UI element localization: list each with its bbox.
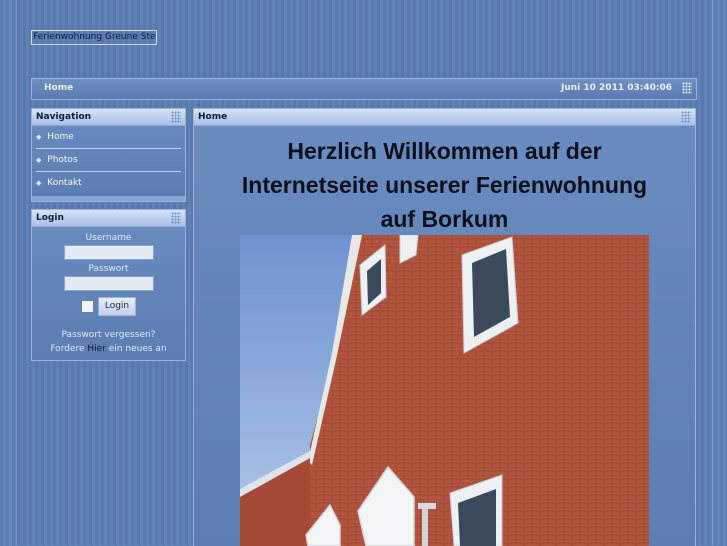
request-prefix: Fordere	[50, 344, 85, 354]
login-panel: Login Username Passwort Login Passwort v…	[31, 209, 186, 361]
content-panel: Home Herzlich Willkommen auf der Interne…	[193, 108, 696, 546]
navigation-title: Navigation	[36, 112, 92, 122]
request-suffix: ein neues an	[108, 344, 167, 354]
site-logo[interactable]: Ferienwohnung Greune Stee	[31, 30, 157, 45]
remember-me-checkbox[interactable]	[80, 300, 94, 313]
nav-item-photos[interactable]: ◆ Photos	[36, 149, 181, 172]
content-title: Home	[198, 112, 228, 122]
grip-icon	[171, 212, 181, 224]
top-bar: Home Juni 10 2011 03:40:06	[31, 78, 697, 100]
grip-icon	[682, 82, 692, 94]
panel-footer	[32, 196, 185, 201]
house-illustration	[240, 235, 649, 546]
breadcrumb-home[interactable]: Home	[44, 83, 73, 93]
headline-line: Herzlich Willkommen auf der	[287, 138, 602, 164]
nav-item-home[interactable]: ◆ Home	[36, 126, 181, 149]
login-title: Login	[36, 213, 64, 223]
forgot-password-link[interactable]: Passwort vergessen?	[32, 330, 185, 340]
password-input[interactable]	[63, 276, 154, 291]
request-here-link[interactable]: Hier	[87, 344, 106, 354]
navigation-list: ◆ Home ◆ Photos ◆ Kontakt	[32, 126, 185, 194]
request-new-password: Fordere Hier ein neues an	[32, 344, 185, 354]
headline-line: auf Borkum	[380, 206, 509, 232]
headline-line: Internetseite unserer Ferienwohnung	[241, 172, 648, 198]
login-actions: Login	[32, 297, 185, 316]
nav-item-label: Photos	[47, 155, 78, 165]
welcome-headline: Herzlich Willkommen auf der Internetseit…	[194, 134, 695, 236]
date-time: Juni 10 2011 03:40:06	[561, 83, 672, 93]
nav-item-label: Home	[47, 132, 74, 142]
login-panel-header: Login	[32, 210, 185, 227]
content-panel-header: Home	[194, 109, 695, 126]
login-button[interactable]: Login	[97, 297, 137, 316]
grip-icon	[681, 111, 691, 123]
nav-item-label: Kontakt	[47, 178, 82, 188]
bullet-icon: ◆	[36, 156, 42, 164]
password-label: Passwort	[88, 264, 129, 274]
nav-item-kontakt[interactable]: ◆ Kontakt	[36, 172, 181, 194]
username-input[interactable]	[63, 245, 154, 260]
navigation-panel: Navigation ◆ Home ◆ Photos ◆ Kontakt	[31, 108, 186, 202]
grip-icon	[171, 111, 181, 123]
site-logo-text: Ferienwohnung Greune Stee	[33, 32, 157, 42]
bullet-icon: ◆	[36, 133, 42, 141]
house-photo	[240, 235, 649, 546]
navigation-panel-header: Navigation	[32, 109, 185, 126]
username-label: Username	[85, 233, 132, 243]
bullet-icon: ◆	[36, 179, 42, 187]
login-form: Username Passwort Login Passwort vergess…	[32, 233, 185, 354]
